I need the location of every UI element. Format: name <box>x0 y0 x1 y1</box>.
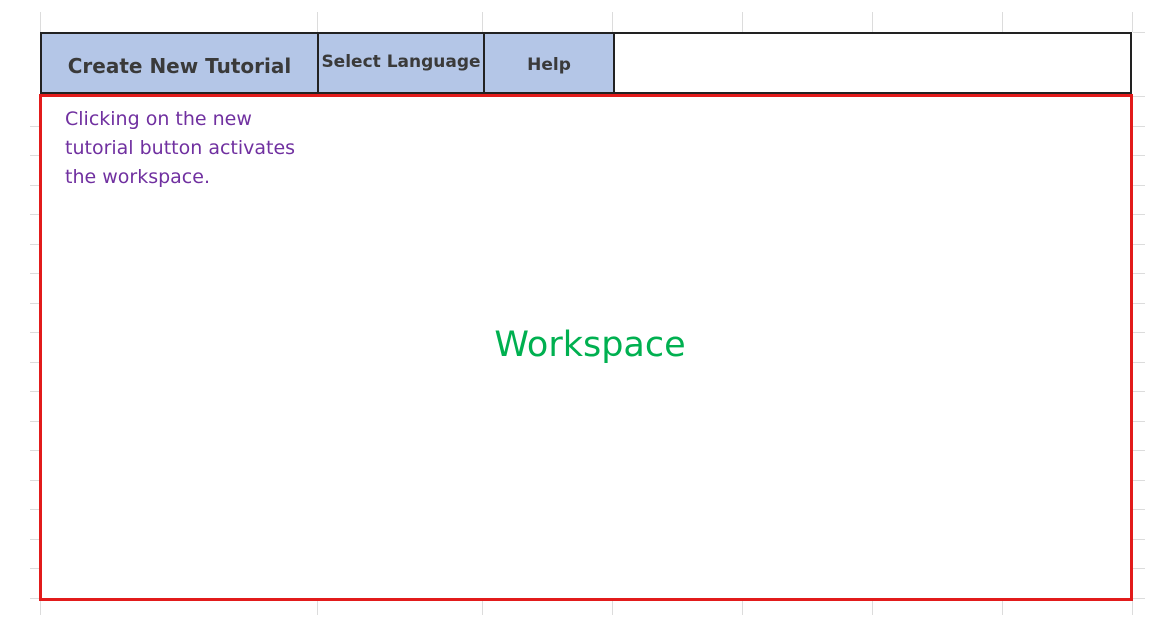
grid-line <box>1133 96 1145 97</box>
grid-line <box>30 185 39 186</box>
grid-line <box>1002 601 1003 615</box>
grid-line <box>612 601 613 615</box>
grid-line <box>742 12 743 32</box>
grid-line <box>1133 539 1145 540</box>
grid-line <box>30 539 39 540</box>
grid-line <box>1133 273 1145 274</box>
workspace-title: Workspace <box>494 325 686 365</box>
grid-line <box>30 214 39 215</box>
grid-line <box>1132 601 1133 615</box>
grid-line <box>30 391 39 392</box>
grid-line <box>30 244 39 245</box>
grid-line <box>30 303 39 304</box>
grid-line <box>30 598 39 599</box>
grid-line <box>1133 391 1145 392</box>
grid-line <box>482 601 483 615</box>
select-language-button[interactable]: Select Language <box>319 34 485 92</box>
grid-line <box>1133 362 1145 363</box>
grid-line <box>30 509 39 510</box>
grid-line <box>1133 598 1145 599</box>
grid-line <box>1002 12 1003 32</box>
grid-line <box>1133 214 1145 215</box>
grid-line <box>30 480 39 481</box>
grid-line <box>1133 568 1145 569</box>
grid-line <box>1133 155 1145 156</box>
grid-line <box>317 12 318 32</box>
grid-line <box>30 450 39 451</box>
grid-line <box>1133 450 1145 451</box>
grid-line <box>40 601 41 615</box>
help-button[interactable]: Help <box>485 34 615 92</box>
grid-line <box>1133 185 1145 186</box>
grid-line <box>1133 480 1145 481</box>
grid-line <box>1132 12 1133 32</box>
grid-line <box>872 12 873 32</box>
grid-line <box>30 155 39 156</box>
workspace-note: Clicking on the new tutorial button acti… <box>65 108 296 188</box>
grid-line <box>40 12 41 32</box>
grid-line <box>30 332 39 333</box>
grid-line <box>30 362 39 363</box>
grid-line <box>30 421 39 422</box>
workspace-panel[interactable]: Clicking on the new tutorial button acti… <box>39 94 1133 601</box>
grid-line <box>30 273 39 274</box>
create-new-tutorial-button[interactable]: Create New Tutorial <box>42 34 319 92</box>
grid-line <box>1133 303 1145 304</box>
grid-line <box>482 12 483 32</box>
grid-line <box>1133 126 1145 127</box>
grid-line <box>612 12 613 32</box>
grid-line <box>30 568 39 569</box>
toolbar: Create New Tutorial Select Language Help <box>40 32 1132 94</box>
grid-line <box>1133 32 1145 33</box>
grid-line <box>1133 421 1145 422</box>
grid-line <box>872 601 873 615</box>
grid-line <box>317 601 318 615</box>
grid-line <box>742 601 743 615</box>
grid-line <box>1133 244 1145 245</box>
grid-line <box>1133 509 1145 510</box>
grid-line <box>1133 332 1145 333</box>
grid-line <box>30 126 39 127</box>
